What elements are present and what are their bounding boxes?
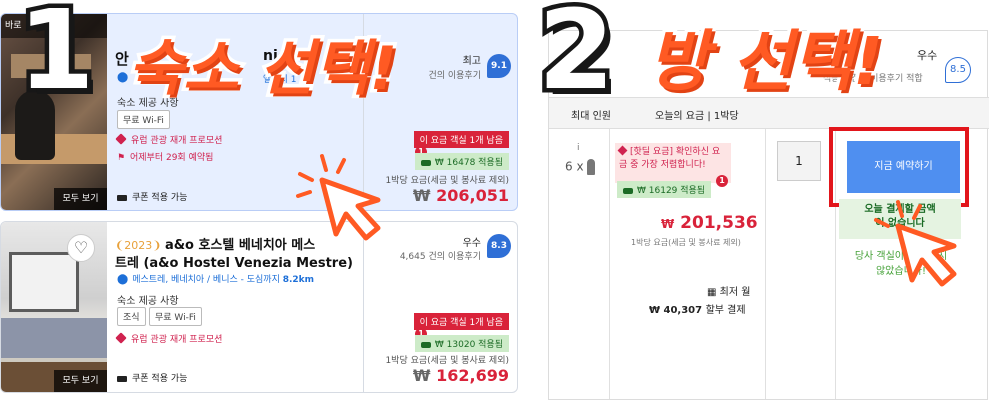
room-discount-chip: ₩ 16129 적용됨 [617, 181, 712, 198]
review-count-2[interactable]: 4,645 건의 이용후기 [400, 249, 481, 262]
score-badge-2: 8.3 [487, 234, 511, 258]
rating-word-1: 최고 [462, 56, 481, 67]
coupon-icon [117, 194, 127, 201]
step-title-1: 숙소 선택! [124, 31, 400, 108]
listing-card-2[interactable]: ♡ 모두 보기 ❨2023❩ a&o 호스텔 베네치아 메스 트레 (a&o H… [0, 221, 518, 393]
score-badge-1: 9.1 [487, 54, 511, 78]
per-night-note-1: 1박당 요금(세금 및 봉사료 제외) [385, 176, 509, 186]
car-icon [420, 159, 431, 166]
location-pin-icon: ⬤ [117, 274, 129, 285]
lowest-monthly-label: ▦ 최저 월 [707, 287, 751, 298]
installment-amount: ₩ 40,307 할부 결제 [649, 305, 746, 316]
occupancy: 6 x [565, 159, 595, 175]
room-quantity-select[interactable]: 1 [777, 141, 821, 181]
tag-icon [617, 145, 628, 156]
info-icon[interactable]: i [577, 143, 580, 153]
coupon-label-2: 쿠폰 적용 가능 [117, 371, 187, 384]
room-per-night-note: 1박당 요금(세금 및 봉사료 제외) [631, 238, 741, 247]
count-badge: 1 [716, 175, 728, 187]
per-night-note-2: 1박당 요금(세금 및 봉사료 제외) [385, 356, 509, 366]
rooms-left-alert-2: 이 요금 객실 1개 남음 [413, 313, 509, 330]
room-score-badge: 8.5 [945, 57, 971, 83]
view-all-photos-button[interactable]: 모두 보기 [54, 370, 107, 392]
booked-label-1: ⚑ 어제부터 29회 예약됨 [117, 153, 214, 163]
room-rating-word: 우수 [917, 49, 938, 62]
listing-name-1[interactable]: 안 [115, 48, 129, 69]
rating-word-2: 우수 [462, 238, 481, 249]
heart-icon[interactable]: ♡ [67, 234, 95, 262]
discount-chip-2: ₩ 13020 적용됨 [414, 335, 509, 352]
listing-location-2: ⬤ 메스트레, 베네치아 / 베니스 - 도심까지 8.2km [117, 274, 315, 285]
listing-photo-2[interactable]: ♡ 모두 보기 [1, 222, 107, 392]
coupon-label-1: 쿠폰 적용 가능 [117, 190, 187, 203]
view-all-photos-button[interactable]: 모두 보기 [54, 188, 107, 210]
calendar-icon: ▦ [707, 287, 720, 298]
price-1[interactable]: ₩ 206,051 [413, 186, 509, 205]
hot-deal-label: [핫딜 요금] 확인하신 요금 중 가장 저렴합니다! [615, 143, 731, 183]
year-tag: 2023 [124, 239, 153, 252]
price-2[interactable]: ₩ 162,699 [413, 366, 509, 385]
promo-label-2: 유럽 관광 재개 프로모션 [115, 332, 222, 345]
screenshot-canvas: 바로 모두 보기 안 nice ⬤ 엘까지 1 숙소 제공 사항 무료 Wi-F… [0, 0, 1000, 400]
step-number-2: 2 [534, 0, 619, 119]
car-icon [623, 187, 633, 194]
header-price: 오늘의 요금 | 1박당 [655, 111, 739, 122]
promo-label-1: 유럽 관광 재개 프로모션 [115, 133, 222, 146]
rooms-left-alert-1: 이 요금 객실 1개 남음 [413, 131, 509, 148]
step-number-1: 1 [14, 0, 99, 119]
review-count-1[interactable]: 건의 이용후기 [428, 68, 481, 81]
book-now-button[interactable]: 지금 예약하기 [847, 141, 960, 193]
listing-name-2[interactable]: ❨2023❩ a&o 호스텔 베네치아 메스 [115, 234, 315, 253]
car-icon [420, 341, 431, 348]
cursor-click-icon [296, 154, 381, 241]
room-price: ₩ 201,536 [661, 213, 758, 233]
amenity-chip: 무료 Wi-Fi [117, 110, 170, 129]
cursor-click-icon [874, 200, 957, 287]
coupon-icon [117, 375, 127, 382]
person-icon [586, 159, 595, 175]
amenities-label-2: 숙소 제공 사항 [117, 296, 179, 307]
listing-name-2-line2: 트레 (a&o Hostel Venezia Mestre) [115, 256, 353, 271]
tag-icon [115, 133, 127, 145]
amenity-chip: 무료 Wi-Fi [149, 307, 202, 326]
flag-icon: ⚑ [117, 153, 126, 163]
tag-icon [115, 332, 127, 344]
divider [363, 222, 364, 392]
amenity-chip: 조식 [117, 307, 146, 326]
discount-chip-1: ₩ 16478 적용됨 [414, 153, 509, 170]
step-title-2: 방 선택! [644, 20, 886, 104]
